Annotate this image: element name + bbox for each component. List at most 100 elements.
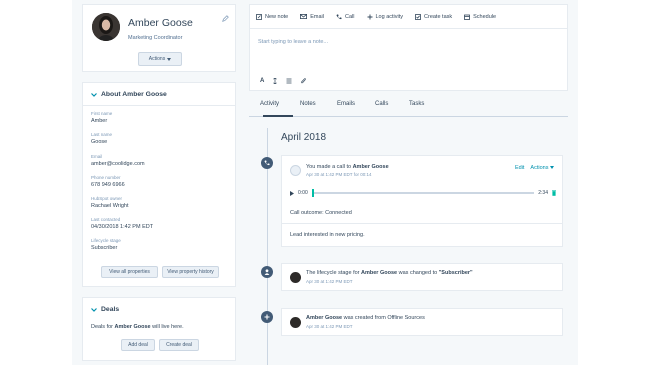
property-value[interactable]: Goose (91, 139, 112, 145)
caret-down-icon (167, 57, 172, 61)
call-title-prefix: You made a call to (306, 164, 353, 170)
tab-log-activity[interactable]: Log activity (367, 13, 404, 20)
deals-heading: Deals (101, 306, 120, 313)
deals-text-prefix: Deals for (91, 324, 115, 330)
composer-tabs: New note Email Call Log activity Create … (250, 5, 567, 29)
property-lifecycle-stage: Lifecycle stage Subscriber (91, 238, 121, 251)
divider (83, 105, 235, 106)
created-contact-name[interactable]: Amber Goose (306, 315, 342, 321)
lifecycle-activity-card: The lifecycle stage for Amber Goose was … (281, 263, 563, 291)
phone-icon (336, 14, 342, 20)
audio-player: 0:00 2:34 (290, 188, 556, 198)
tab-email[interactable]: Email (300, 14, 324, 20)
audio-scrubber-handle[interactable] (311, 189, 314, 197)
call-contact-name[interactable]: Amber Goose (353, 164, 389, 170)
property-label: HubSpot owner (91, 196, 123, 201)
note-input[interactable]: Start typing to leave a note... (258, 39, 328, 45)
tab-notes[interactable]: Notes (300, 101, 316, 107)
divider (282, 223, 562, 224)
property-value[interactable]: amber@coolidge.com (91, 161, 145, 167)
tab-label: New note (265, 13, 289, 20)
actions-link[interactable]: Actions (530, 165, 554, 171)
phone-icon (261, 157, 273, 169)
deals-section: Deals Deals for Amber Goose will live he… (82, 297, 236, 361)
contact-title: Marketing Coordinator (128, 35, 183, 41)
property-label: First name (91, 111, 113, 116)
edit-link[interactable]: Edit (515, 165, 524, 171)
property-email: Email amber@coolidge.com (91, 154, 145, 167)
tab-create-task[interactable]: Create task (415, 14, 452, 20)
about-section: About Amber Goose First name Amber Last … (82, 82, 236, 287)
call-activity-card: You made a call to Amber Goose Apr 30 at… (281, 155, 563, 247)
call-time: Apr 30 at 1:42 PM EDT for 00:14 (306, 172, 372, 177)
tab-emails[interactable]: Emails (337, 101, 355, 107)
actions-button[interactable]: Actions (138, 52, 182, 66)
deals-section-toggle[interactable]: Deals (91, 306, 119, 313)
create-deal-button[interactable]: Create deal (159, 339, 199, 351)
property-value[interactable]: Subscriber (91, 245, 121, 251)
property-value[interactable]: 678 949 6966 (91, 182, 125, 188)
current-time: 0:00 (298, 190, 308, 196)
contact-avatar (290, 272, 301, 283)
user-avatar-icon (290, 165, 301, 176)
lifecycle-title: The lifecycle stage for Amber Goose was … (306, 270, 473, 276)
property-label: Phone number (91, 175, 121, 180)
contact-name: Amber Goose (128, 17, 193, 29)
property-last-name: Last name Goose (91, 132, 112, 145)
play-icon[interactable] (290, 190, 294, 196)
calendar-icon (464, 14, 471, 20)
tab-schedule[interactable]: Schedule (464, 14, 496, 20)
property-label: Last contacted (91, 217, 121, 222)
lifecycle-time: Apr 30 at 1:42 PM EDT (306, 279, 353, 284)
timeline-month: April 2018 (281, 132, 327, 143)
list-icon[interactable] (286, 78, 292, 84)
trash-icon[interactable] (552, 190, 556, 196)
chevron-down-icon (91, 307, 97, 312)
deals-text-suffix: will live here. (150, 324, 184, 330)
audio-scrubber[interactable] (311, 189, 535, 197)
property-value[interactable]: Amber (91, 118, 112, 124)
call-card-actions: Edit Actions (515, 165, 554, 171)
task-icon (415, 13, 421, 20)
call-title: You made a call to Amber Goose (306, 164, 389, 170)
add-deal-button[interactable]: Add deal (121, 339, 155, 351)
text-size-icon[interactable] (273, 78, 278, 84)
lifecycle-contact-name[interactable]: Amber Goose (361, 270, 397, 276)
call-note: Lead interested in new pricing. (290, 232, 365, 238)
attachment-icon[interactable] (301, 78, 307, 84)
tab-label: Schedule (473, 13, 497, 20)
caret-down-icon (550, 166, 554, 170)
tab-label: Log activity (375, 13, 404, 20)
view-all-properties-button[interactable]: View all properties (101, 266, 158, 278)
property-label: Lifecycle stage (91, 238, 121, 243)
chevron-down-icon (91, 92, 97, 97)
actions-button-label: Actions (148, 56, 166, 62)
property-owner: HubSpot owner Rachael Wright (91, 196, 129, 209)
user-icon (261, 266, 273, 278)
about-section-toggle[interactable]: About Amber Goose (91, 91, 167, 98)
duration: 2:34 (538, 190, 548, 196)
view-property-history-button[interactable]: View property history (162, 266, 219, 278)
property-value[interactable]: 04/30/2018 1:42 PM EDT (91, 224, 153, 230)
tab-tasks[interactable]: Tasks (409, 101, 424, 107)
tab-call[interactable]: Call (336, 14, 355, 20)
property-first-name: First name Amber (91, 111, 112, 124)
tab-activity[interactable]: Activity (260, 101, 279, 107)
created-time: Apr 30 at 1:42 PM EDT (306, 324, 353, 329)
tab-new-note[interactable]: New note (256, 14, 288, 20)
property-label: Email (91, 154, 103, 159)
created-activity-card: Amber Goose was created from Offline Sou… (281, 308, 563, 336)
bold-button[interactable]: A (260, 78, 264, 84)
profile-card: Amber Goose Marketing Coordinator Action… (82, 4, 236, 72)
property-phone: Phone number 678 949 6966 (91, 175, 125, 188)
plus-icon (367, 14, 373, 20)
property-last-contacted: Last contacted 04/30/2018 1:42 PM EDT (91, 217, 153, 230)
lifecycle-stage: "Subscriber" (438, 270, 473, 276)
tab-calls[interactable]: Calls (375, 101, 388, 107)
pencil-icon[interactable] (222, 15, 229, 22)
tab-label: Email (310, 13, 325, 20)
avatar (92, 13, 120, 41)
property-value[interactable]: Rachael Wright (91, 203, 129, 209)
format-toolbar: A (260, 78, 307, 84)
plus-icon (261, 311, 273, 323)
